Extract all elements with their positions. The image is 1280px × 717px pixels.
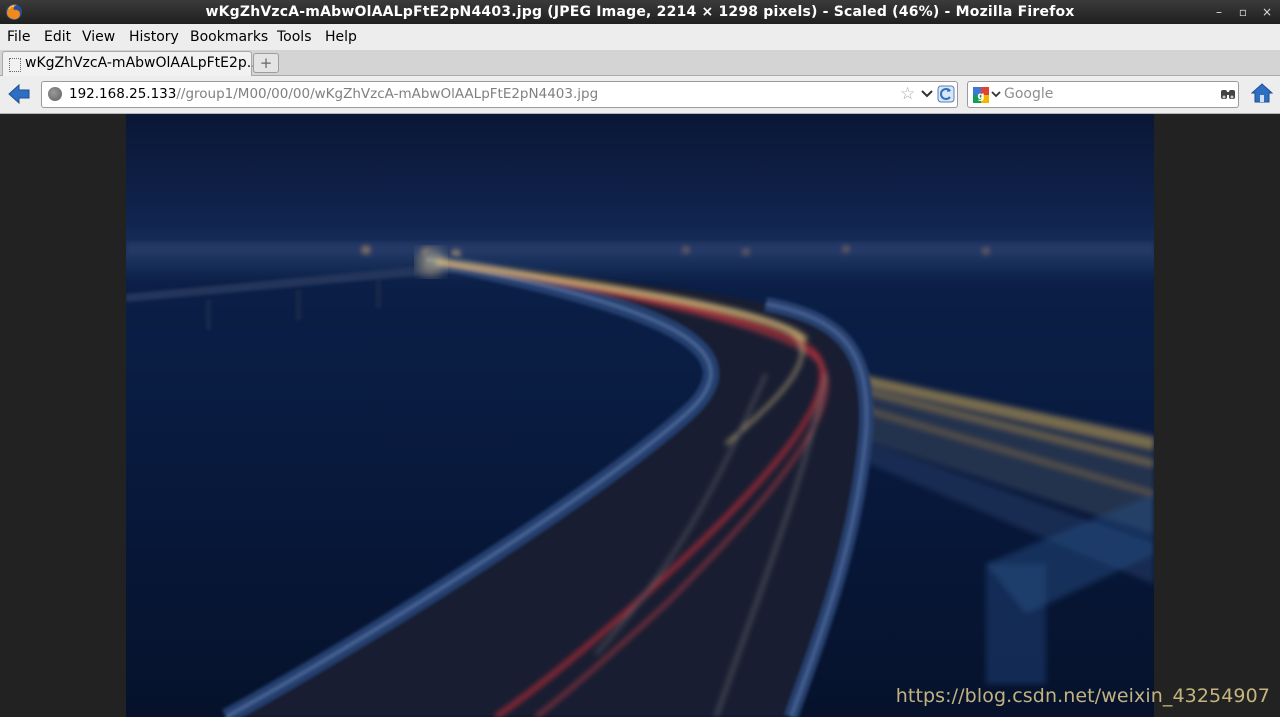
new-tab-button[interactable]: + bbox=[253, 53, 279, 73]
reload-icon[interactable] bbox=[937, 85, 955, 103]
navigation-toolbar: 192.168.25.133//group1/M00/00/00/wKgZhVz… bbox=[0, 76, 1280, 114]
page-content: https://blog.csdn.net/weixin_43254907 bbox=[0, 114, 1280, 717]
back-arrow-icon[interactable] bbox=[7, 83, 31, 105]
page-favicon-icon bbox=[9, 58, 21, 72]
menu-bar: File Edit View History Bookmarks Tools H… bbox=[0, 24, 1280, 51]
close-button[interactable]: × bbox=[1259, 4, 1275, 20]
menu-edit[interactable]: Edit bbox=[44, 29, 71, 45]
menu-tools[interactable]: Tools bbox=[277, 29, 312, 45]
night-highway-bridge-photo[interactable] bbox=[126, 114, 1154, 717]
tab-strip: wKgZhVzcA-mAbwOlAALpFtE2p... + bbox=[0, 50, 1280, 76]
url-bar[interactable]: 192.168.25.133//group1/M00/00/00/wKgZhVz… bbox=[41, 81, 958, 108]
window-title-bar: wKgZhVzcA-mAbwOlAALpFtE2pN4403.jpg (JPEG… bbox=[0, 0, 1280, 24]
maximize-button[interactable]: ▫ bbox=[1235, 4, 1251, 20]
bookmark-star-icon[interactable]: ☆ bbox=[900, 84, 915, 104]
url-host: 192.168.25.133 bbox=[69, 86, 177, 102]
home-icon[interactable] bbox=[1251, 82, 1273, 104]
menu-bookmarks[interactable]: Bookmarks bbox=[190, 29, 268, 45]
menu-file[interactable]: File bbox=[7, 29, 30, 45]
window-title: wKgZhVzcA-mAbwOlAALpFtE2pN4403.jpg (JPEG… bbox=[205, 4, 1075, 20]
menu-history[interactable]: History bbox=[129, 29, 179, 45]
url-text[interactable]: 192.168.25.133//group1/M00/00/00/wKgZhVz… bbox=[69, 86, 598, 102]
tab-label: wKgZhVzcA-mAbwOlAALpFtE2p... bbox=[25, 55, 261, 71]
menu-view[interactable]: View bbox=[82, 29, 115, 45]
menu-help[interactable]: Help bbox=[325, 29, 357, 45]
svg-text:g: g bbox=[977, 91, 984, 102]
search-icon[interactable] bbox=[1220, 86, 1236, 102]
watermark-text: https://blog.csdn.net/weixin_43254907 bbox=[895, 685, 1270, 707]
search-bar[interactable]: g bbox=[967, 81, 1239, 108]
tab-image[interactable]: wKgZhVzcA-mAbwOlAALpFtE2p... bbox=[2, 51, 260, 76]
minimize-button[interactable]: – bbox=[1211, 4, 1227, 20]
url-path: //group1/M00/00/00/wKgZhVzcA-mAbwOlAALpF… bbox=[176, 86, 599, 102]
search-input[interactable] bbox=[1004, 84, 1204, 104]
dropdown-icon[interactable] bbox=[920, 86, 934, 100]
search-engine-dropdown-icon[interactable] bbox=[991, 89, 1001, 99]
google-icon[interactable]: g bbox=[973, 87, 989, 103]
site-identity-icon[interactable] bbox=[48, 87, 62, 101]
